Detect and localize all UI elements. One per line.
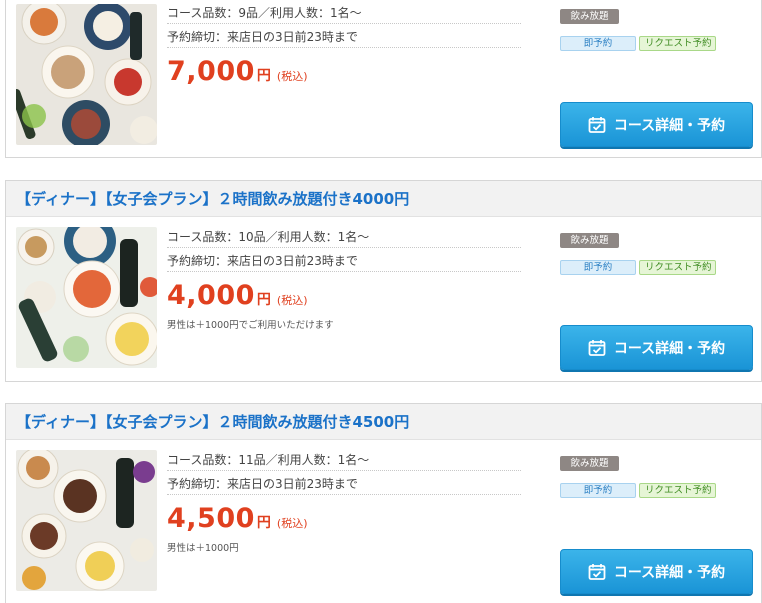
price-note: 男性は＋1000円 bbox=[167, 543, 239, 554]
price-value: 7,000 bbox=[167, 56, 255, 87]
course-info: コース品数：11品／利用人数：1名〜 予約締切：来店日の3日前23時まで 4,5… bbox=[167, 449, 521, 554]
price-note: 男性は＋1000円でご利用いただけます bbox=[167, 320, 334, 331]
calendar-check-icon bbox=[588, 339, 606, 357]
reservation-deadline: 予約締切：来店日の3日前23時まで bbox=[167, 473, 521, 495]
price-value: 4,000 bbox=[167, 280, 255, 311]
course-tags: 飲み放題 即予約 リクエスト予約 bbox=[560, 4, 760, 51]
course-info: コース品数：9品／利用人数：1名〜 予約締切：来店日の3日前23時まで 7,00… bbox=[167, 2, 521, 87]
calendar-check-icon bbox=[588, 116, 606, 134]
course-tags: 飲み放題 即予約 リクエスト予約 bbox=[560, 228, 760, 275]
course-detail-reserve-button[interactable]: コース詳細・予約 bbox=[560, 102, 753, 147]
request-reservation-badge: リクエスト予約 bbox=[639, 36, 716, 51]
all-you-can-drink-badge: 飲み放題 bbox=[560, 233, 619, 248]
request-reservation-badge: リクエスト予約 bbox=[639, 483, 716, 498]
price-unit: 円 bbox=[256, 292, 271, 308]
calendar-check-icon bbox=[588, 563, 606, 581]
course-food-photo[interactable] bbox=[16, 4, 157, 145]
price-row: 4,500 円 (税込) bbox=[167, 503, 521, 534]
all-you-can-drink-badge: 飲み放題 bbox=[560, 9, 619, 24]
course-items-count: コース品数：11品／利用人数：1名〜 bbox=[167, 449, 521, 471]
instant-reservation-badge: 即予約 bbox=[560, 36, 636, 51]
price-unit: 円 bbox=[256, 515, 271, 531]
course-card: 【ディナー】【女子会プラン】２時間飲み放題付き4000円 コース品数：10品／利… bbox=[5, 180, 762, 382]
course-title[interactable]: 【ディナー】【女子会プラン】２時間飲み放題付き4000円 bbox=[16, 188, 409, 209]
course-items-count: コース品数：10品／利用人数：1名〜 bbox=[167, 226, 521, 248]
course-header: 【ディナー】【女子会プラン】２時間飲み放題付き4000円 bbox=[6, 181, 761, 217]
button-label: コース詳細・予約 bbox=[613, 117, 726, 134]
course-card: コース品数：9品／利用人数：1名〜 予約締切：来店日の3日前23時まで 7,00… bbox=[5, 0, 762, 158]
tax-label: (税込) bbox=[276, 70, 308, 83]
tax-label: (税込) bbox=[276, 294, 308, 307]
tax-label: (税込) bbox=[276, 517, 308, 530]
course-food-photo[interactable] bbox=[16, 227, 157, 368]
course-tags: 飲み放題 即予約 リクエスト予約 bbox=[560, 451, 760, 498]
course-card: 【ディナー】【女子会プラン】２時間飲み放題付き4500円 コース品数：11品／利… bbox=[5, 403, 762, 603]
price-row: 7,000 円 (税込) bbox=[167, 56, 521, 87]
course-title[interactable]: 【ディナー】【女子会プラン】２時間飲み放題付き4500円 bbox=[16, 411, 409, 432]
button-label: コース詳細・予約 bbox=[613, 564, 726, 581]
all-you-can-drink-badge: 飲み放題 bbox=[560, 456, 619, 471]
reservation-deadline: 予約締切：来店日の3日前23時まで bbox=[167, 250, 521, 272]
course-food-photo[interactable] bbox=[16, 450, 157, 591]
price-row: 4,000 円 (税込) bbox=[167, 280, 521, 311]
price-value: 4,500 bbox=[167, 503, 255, 534]
instant-reservation-badge: 即予約 bbox=[560, 260, 636, 275]
course-items-count: コース品数：9品／利用人数：1名〜 bbox=[167, 2, 521, 24]
request-reservation-badge: リクエスト予約 bbox=[639, 260, 716, 275]
button-label: コース詳細・予約 bbox=[613, 340, 726, 357]
course-info: コース品数：10品／利用人数：1名〜 予約締切：来店日の3日前23時まで 4,0… bbox=[167, 226, 521, 331]
course-detail-reserve-button[interactable]: コース詳細・予約 bbox=[560, 325, 753, 370]
reservation-deadline: 予約締切：来店日の3日前23時まで bbox=[167, 26, 521, 48]
course-detail-reserve-button[interactable]: コース詳細・予約 bbox=[560, 549, 753, 594]
instant-reservation-badge: 即予約 bbox=[560, 483, 636, 498]
course-header: 【ディナー】【女子会プラン】２時間飲み放題付き4500円 bbox=[6, 404, 761, 440]
price-unit: 円 bbox=[256, 68, 271, 84]
